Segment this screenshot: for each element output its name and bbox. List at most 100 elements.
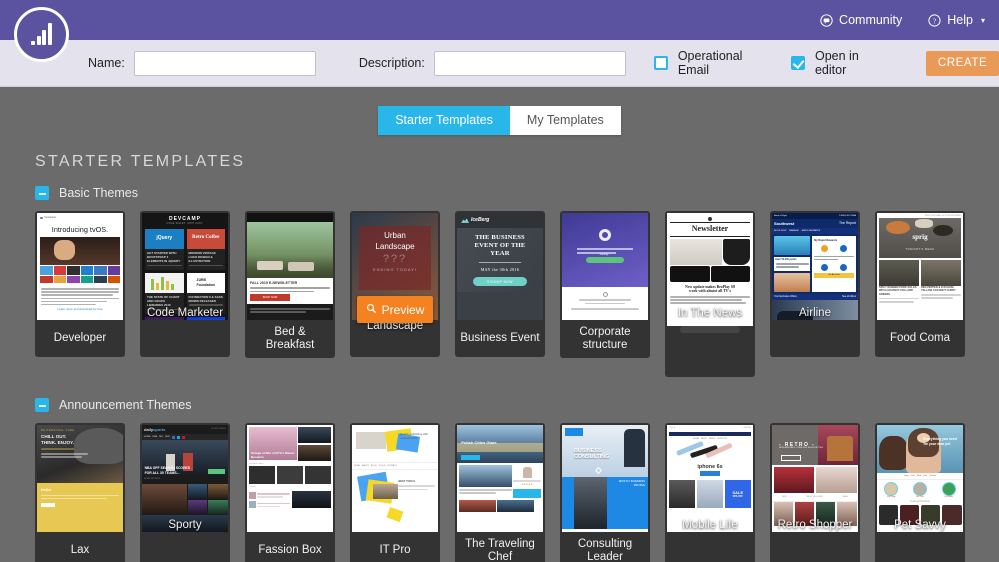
template-label: Mobile Life (682, 519, 738, 531)
thumb-headline-2: CONSULTING (574, 453, 610, 460)
thumb-caption: Outage at Site of NYC's Rarest Boosters (250, 450, 295, 459)
thumb-caption-1: NBA OFF SEASON SCORES (144, 466, 191, 471)
thumb-brand: sprig (912, 232, 928, 241)
thumb-caption-2: work with almost all TV's (689, 289, 731, 294)
section-header-announcement-themes: Announcement Themes (0, 377, 999, 412)
template-tabs: Starter Templates My Templates (0, 87, 999, 135)
thumb-ending: ENDING TODAY! (372, 266, 418, 272)
tab-starter-templates[interactable]: Starter Templates (378, 106, 510, 135)
thumb-caption-2: FOR ALL 30 TEAMS... (144, 470, 180, 475)
thumb-headline: Introducing tvOS. (51, 224, 109, 234)
thumb-brand: IceBerg (471, 217, 490, 223)
template-card-mobile-life[interactable]: f t g+ p SIGN IN HOME SHOP DEALS SUPPORT iph… (665, 423, 755, 562)
name-field-group: Name: (88, 50, 316, 76)
thumb-hello: Hello (41, 487, 51, 492)
template-card-sporty[interactable]: dailysports SPORTS NEWS HOME NBA NFL MLB NB… (140, 423, 230, 562)
template-thumbnail: Quality publishing with minimal touch HO… (352, 425, 438, 532)
create-button[interactable]: CREATE (926, 50, 999, 76)
template-card-developer[interactable]: Developer Introducing tvOS. Learn more a… (35, 211, 125, 357)
operational-email-label: Operational Email (677, 49, 743, 77)
template-card-pet-savvy[interactable]: Everything you need for your dear pet Do… (875, 423, 965, 562)
open-in-editor-checkbox[interactable]: Open in editor (790, 49, 880, 77)
template-label: Retro Shopper (777, 519, 853, 531)
thumb-headline-1: THE BUSINESS (475, 233, 525, 241)
name-input[interactable] (133, 50, 316, 76)
template-card-airline[interactable]: Book a Flight 1-800-I-FLY-SWA Southwest T… (770, 211, 860, 357)
thumb-section-2: Trends (249, 486, 256, 489)
template-label: Lax (70, 544, 90, 556)
svg-text:?: ? (933, 16, 936, 25)
thumb-dish-1: SPICY RUBBED PORK SOLAS WITH COCONUT COL… (879, 285, 917, 296)
brand-logo[interactable] (14, 7, 69, 62)
card-footer-pill (680, 326, 740, 333)
help-menu[interactable]: ? Help ▾ (928, 13, 985, 27)
template-thumbnail: Outage at Site of NYC's Rarest Boosters … (247, 425, 333, 532)
template-card-it-pro[interactable]: Quality publishing with minimal touch HO… (350, 423, 440, 562)
template-card-code-marketer[interactable]: DEVCAMP CODE SMART. SHIP FAST. jQuery GE… (140, 211, 230, 357)
thumb-text-1: Quality publishing with minimal touch (400, 432, 429, 440)
globe-icon (708, 217, 712, 221)
tab-my-templates[interactable]: My Templates (509, 106, 621, 135)
template-card-food-coma[interactable]: VIEW THIS EMAIL IN YOUR BROWSER sprig TO… (875, 211, 965, 357)
thumb-copy-1: GET STARTED WITH BOOTSTRAP 4 ELEMENTS IN… (147, 250, 181, 263)
bar-chart-logo-icon (31, 23, 52, 45)
thumb-brand: DEVCAMP (168, 216, 201, 222)
thumb-brand-1: daily (144, 427, 154, 432)
thumb-button: BOOK NOW (250, 294, 290, 301)
template-thumbnail: Book a Flight 1-800-I-FLY-SWA Southwest T… (772, 213, 858, 320)
template-label: Food Coma (889, 332, 951, 344)
template-card-corporate-structure[interactable]: coming... Corporate structure (560, 211, 650, 358)
template-card-fassion-box[interactable]: Outage at Site of NYC's Rarest Boosters … (245, 423, 335, 562)
thumb-coming-label: coming... (599, 252, 611, 256)
thumb-title-line1: Urban (384, 230, 406, 240)
thumb-subtitle: TONIGHT'S MENU (905, 248, 935, 252)
template-card-business-event[interactable]: IceBerg THE BUSINESS EVENT OF THE YEAR M… (455, 211, 545, 357)
template-grid-announcement-themes: BE PERSONAL CARE CHILL OUT. THINK. ENJOY… (0, 412, 999, 562)
collapse-toggle-icon[interactable] (35, 398, 49, 412)
template-card-in-the-news[interactable]: Newsletter New update makes BeoPlay S8 w… (665, 211, 755, 377)
template-thumbnail: f t g+ p SIGN IN HOME SHOP DEALS SUPPORT iph… (667, 425, 753, 532)
checkbox-box-checked (790, 56, 805, 70)
thumb-caption: FALL 2015 E-NEWSLETTER (250, 281, 298, 285)
template-label: Consulting Leader (577, 538, 633, 562)
template-label: Pet Savvy (894, 519, 946, 531)
thumb-subtitle: NEW ARRIVALS. TIMELESS SILHOUETTES. (778, 446, 824, 449)
thumb-title-line2: Landscape (375, 241, 415, 251)
template-card-urban-landscape[interactable]: Urban Landscape ??? ENDING TODAY! 30%! 5… (350, 211, 440, 357)
community-link[interactable]: Community (820, 13, 902, 27)
thumb-headline: Polish Cities Glare (461, 440, 497, 446)
template-card-bed-and-breakfast[interactable]: FALL 2015 E-NEWSLETTER BOOK NOW Bed & Br… (245, 211, 335, 358)
magnifier-icon (366, 303, 377, 317)
description-input[interactable] (433, 50, 626, 76)
thumb-side-text: MOSTLY BUSINESS PEOPLE (606, 477, 648, 529)
template-label: Bed & Breakfast (265, 326, 315, 351)
thumb-copy-2: MODERN VINTAGE LOGO DESIGN & ILLUSTRATIO… (188, 250, 216, 263)
thumb-masthead: Newsletter (670, 222, 750, 237)
template-label: Airline (799, 307, 831, 319)
template-label: In The News (677, 307, 743, 319)
template-card-retro-shopper[interactable]: - RETRO - NEW ARRIVALS. TIMELESS SILHOUE… (770, 423, 860, 562)
template-label: The Traveling Chef (465, 538, 535, 562)
template-card-lax[interactable]: BE PERSONAL CARE CHILL OUT. THINK. ENJOY… (35, 423, 125, 562)
thumb-kicker: BE PERSONAL CARE (41, 429, 75, 432)
template-thumbnail: FALL 2015 E-NEWSLETTER BOOK NOW (247, 213, 333, 320)
template-thumbnail: DEVCAMP CODE SMART. SHIP FAST. jQuery GE… (142, 213, 228, 320)
template-thumbnail: Everything you need for your dear pet Do… (877, 425, 963, 532)
template-thumbnail: dailysports SPORTS NEWS HOME NBA NFL MLB NB… (142, 425, 228, 532)
template-card-the-traveling-chef[interactable]: Polish Cities Glare ★★★★★ The Traveling … (455, 423, 545, 562)
thumb-headline-1: CHILL OUT. (41, 434, 67, 440)
chevron-down-icon: ▾ (980, 16, 985, 25)
description-label: Description: (358, 56, 425, 70)
thumb-cta (586, 257, 624, 264)
question-circle-icon: ? (928, 13, 941, 27)
preview-button[interactable]: Preview (357, 296, 433, 323)
operational-email-checkbox[interactable]: Operational Email (653, 49, 761, 77)
template-card-consulting-leader[interactable]: BUSINESS CONSULTING MOSTLY BUSINESS PEOP… (560, 423, 650, 562)
thumb-sale-sub: 50% OFF (732, 495, 743, 499)
thumb-text-2: BEST TOOLS (398, 480, 415, 484)
thumb-section-1: Featured Story (249, 462, 264, 465)
collapse-toggle-icon[interactable] (35, 186, 49, 200)
thumb-offers: Your Exclusive Offers (774, 295, 797, 299)
open-in-editor-label: Open in editor (814, 49, 859, 77)
checkbox-box (653, 56, 668, 70)
